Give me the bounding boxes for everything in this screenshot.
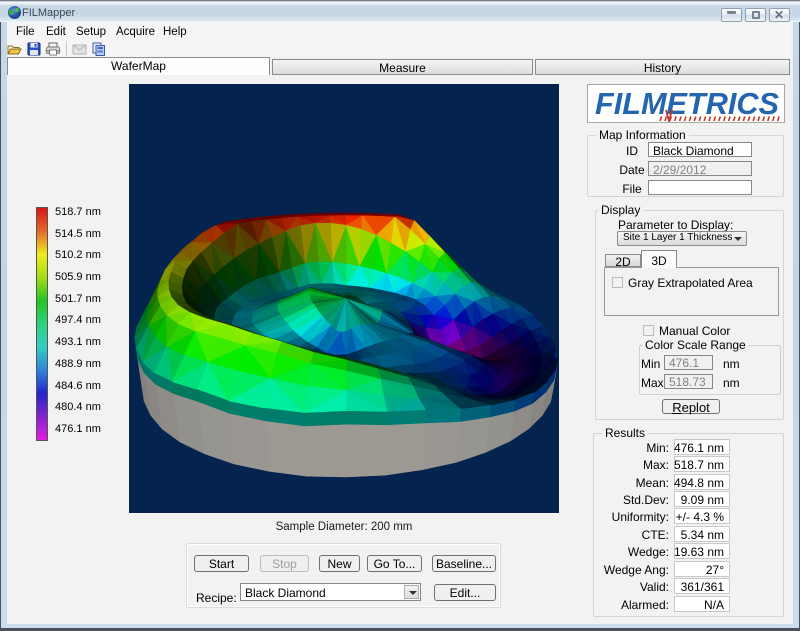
svg-text:FILMETRICS: FILMETRICS bbox=[595, 86, 779, 121]
